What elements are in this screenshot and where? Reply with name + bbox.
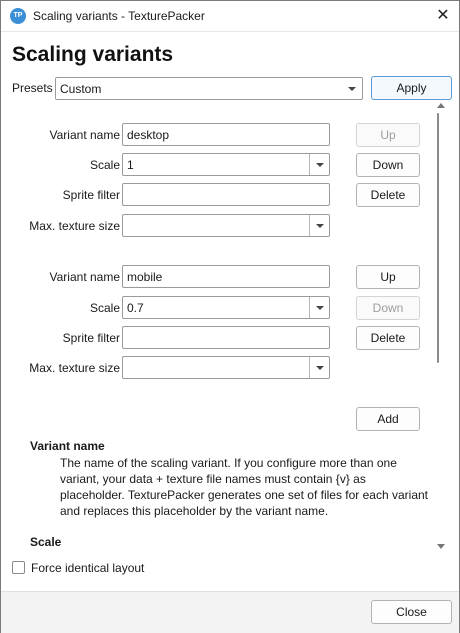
scroll-up-arrow-icon[interactable] xyxy=(437,103,445,108)
variant-name-value: mobile xyxy=(127,270,163,284)
scale-label: Scale xyxy=(89,301,120,315)
scrollbar-thumb[interactable] xyxy=(437,113,439,363)
variant-down-button[interactable]: Down xyxy=(356,153,420,177)
chevron-down-icon xyxy=(309,154,329,175)
variant-name-input[interactable]: mobile xyxy=(122,265,330,288)
variant-name-input[interactable]: desktop xyxy=(122,123,330,146)
presets-value: Custom xyxy=(60,82,102,96)
variant-name-value: desktop xyxy=(127,128,170,142)
scale-dropdown[interactable]: 1 xyxy=(122,153,330,176)
scale-label: Scale xyxy=(89,158,120,172)
chevron-down-icon xyxy=(309,297,329,318)
window-title: Scaling variants - TexturePacker xyxy=(33,9,205,23)
chevron-down-icon xyxy=(309,357,329,378)
add-variant-button[interactable]: Add xyxy=(356,407,420,431)
title-bar: TP Scaling variants - TexturePacker ✕ xyxy=(1,1,459,32)
chevron-down-icon xyxy=(342,78,362,99)
variant-name-label: Variant name xyxy=(49,128,120,142)
variant-down-button[interactable]: Down xyxy=(356,296,420,320)
variant-delete-button[interactable]: Delete xyxy=(356,326,420,350)
variants-scroll-panel: Variant name desktop Up Scale 1 Down Spr… xyxy=(5,101,449,551)
max-texture-size-dropdown[interactable] xyxy=(122,214,330,237)
max-texture-size-label: Max. texture size xyxy=(29,361,120,375)
help-description: The name of the scaling variant. If you … xyxy=(60,456,428,518)
close-icon[interactable]: ✕ xyxy=(427,1,459,31)
variant-up-button[interactable]: Up xyxy=(356,123,420,147)
close-button[interactable]: Close xyxy=(371,600,452,624)
sprite-filter-input[interactable] xyxy=(122,183,330,206)
force-identical-layout-label[interactable]: Force identical layout xyxy=(31,561,144,575)
variant-name-label: Variant name xyxy=(49,270,120,284)
sprite-filter-label: Sprite filter xyxy=(62,188,120,202)
help-next-title: Scale xyxy=(30,535,62,549)
scroll-down-arrow-icon[interactable] xyxy=(437,544,445,549)
sprite-filter-input[interactable] xyxy=(122,326,330,349)
texturepacker-app-icon: TP xyxy=(10,8,26,24)
chevron-down-icon xyxy=(309,215,329,236)
max-texture-size-label: Max. texture size xyxy=(29,219,120,233)
presets-dropdown[interactable]: Custom xyxy=(55,77,363,100)
max-texture-size-dropdown[interactable] xyxy=(122,356,330,379)
dialog-window: TP Scaling variants - TexturePacker ✕ Sc… xyxy=(0,0,460,633)
dialog-footer: Close xyxy=(1,591,459,633)
apply-button[interactable]: Apply xyxy=(371,76,452,100)
sprite-filter-label: Sprite filter xyxy=(62,331,120,345)
scale-dropdown[interactable]: 0.7 xyxy=(122,296,330,319)
scale-value: 0.7 xyxy=(127,301,144,315)
force-identical-layout-checkbox[interactable] xyxy=(12,561,25,574)
vertical-scrollbar[interactable] xyxy=(434,101,448,551)
presets-label: Presets xyxy=(12,81,53,95)
scale-value: 1 xyxy=(127,158,134,172)
help-title: Variant name xyxy=(30,439,105,453)
variant-delete-button[interactable]: Delete xyxy=(356,183,420,207)
variant-up-button[interactable]: Up xyxy=(356,265,420,289)
page-title: Scaling variants xyxy=(12,43,174,66)
